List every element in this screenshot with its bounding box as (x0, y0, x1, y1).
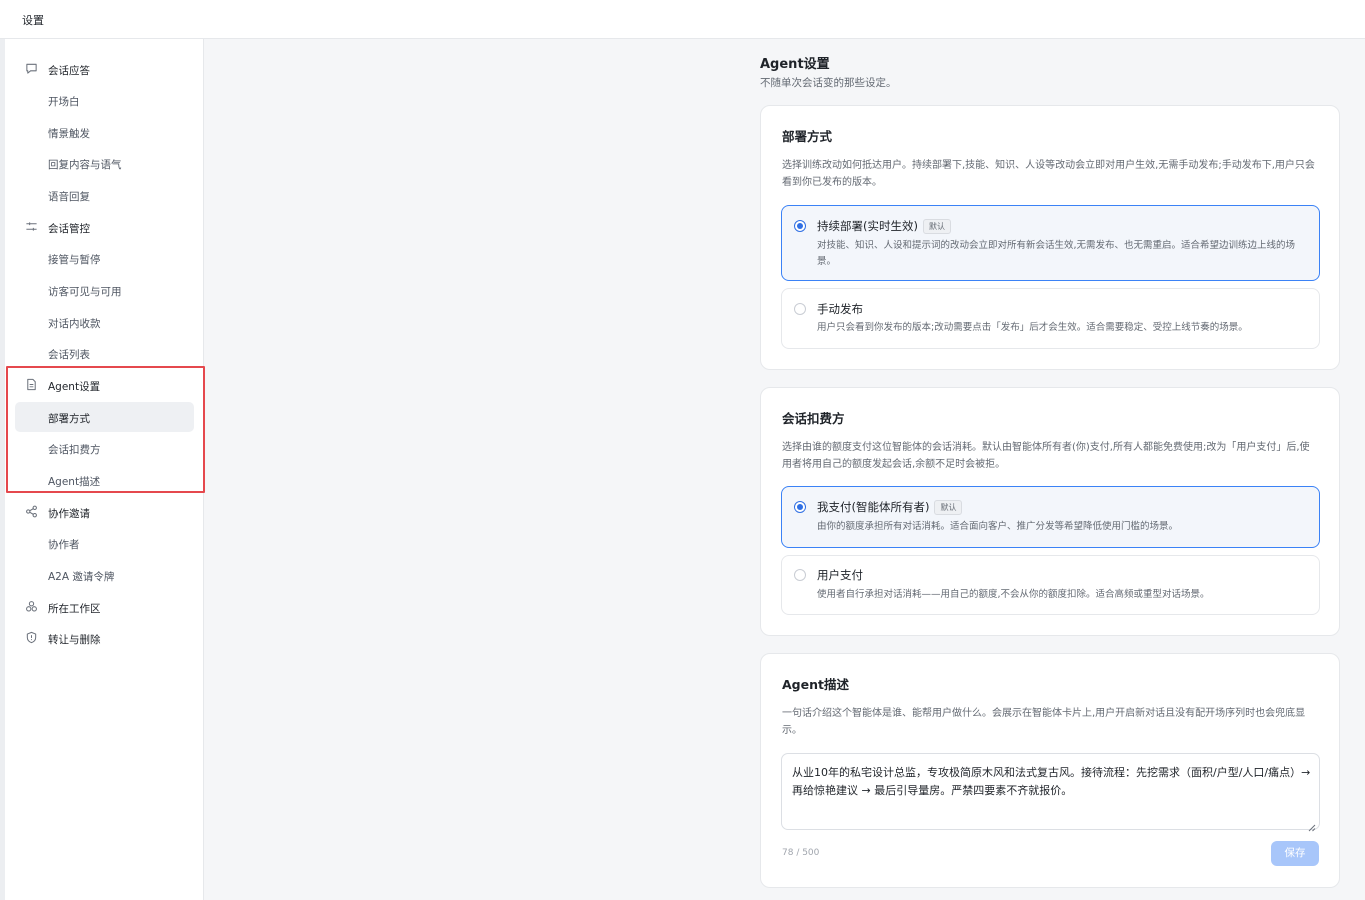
sidebar-item-a2a-token[interactable]: A2A 邀请令牌 (15, 560, 194, 590)
card-title: 部署方式 (782, 129, 833, 144)
sidebar-item-agent-settings[interactable]: Agent设置 (15, 370, 194, 400)
billing-option-owner[interactable]: 我支付(智能体所有者) 默认 由你的额度承担所有对话消耗。适合面向客户、推广分发等… (781, 486, 1320, 548)
option-description: 用户只会看到你发布的版本;改动需要点击「发布」后才会生效。适合需要稳定、受控上线… (817, 322, 1248, 333)
sidebar-item-label: 会话扣费方 (48, 444, 101, 456)
radio-button[interactable] (794, 501, 806, 513)
card-description: 一句话介绍这个智能体是谁、能帮用户做什么。会展示在智能体卡片上,用户开启新对话且… (782, 708, 1306, 736)
sidebar-item-deploy-mode[interactable]: 部署方式 (15, 402, 194, 432)
top-bar: 设置 (0, 0, 1365, 39)
sidebar-item-label: 开场白 (48, 96, 80, 108)
section-subtitle: 不随单次会话变的那些设定。 (760, 77, 897, 89)
deploy-mode-card: 部署方式 选择训练改动如何抵达用户。持续部署下,技能、知识、人设等改动会立即对用… (760, 105, 1340, 370)
sidebar-item-collaboration-invite[interactable]: 协作邀请 (15, 497, 194, 527)
sidebar-item-opening[interactable]: 开场白 (15, 85, 194, 115)
sidebar-item-label: 会话列表 (48, 349, 90, 361)
sidebar-item-collaborators[interactable]: 协作者 (15, 528, 194, 558)
sidebar-item-label: 语音回复 (48, 191, 90, 203)
sidebar-item-label: Agent设置 (48, 381, 101, 393)
default-badge: 默认 (934, 500, 963, 515)
option-title-text: 我支付(智能体所有者) (817, 500, 930, 514)
option-description: 使用者自行承担对话消耗——用自己的额度,不会从你的额度扣除。适合高频或重型对话场… (817, 589, 1210, 600)
default-badge: 默认 (922, 219, 951, 234)
sidebar-item-label: 访客可见与可用 (48, 286, 122, 298)
sidebar-item-label: 对话内收款 (48, 318, 101, 330)
section-title: Agent设置 (760, 57, 830, 72)
deploy-option-manual[interactable]: 手动发布 用户只会看到你发布的版本;改动需要点击「发布」后才会生效。适合需要稳定… (781, 288, 1320, 349)
radio-button[interactable] (794, 220, 806, 232)
sidebar-item-scenario-trigger[interactable]: 情景触发 (15, 117, 194, 147)
option-title-text: 持续部署(实时生效) (817, 219, 918, 233)
card-title: 会话扣费方 (782, 411, 845, 426)
sidebar-item-billing-party[interactable]: 会话扣费方 (15, 433, 194, 463)
sidebar-item-label: 协作邀请 (48, 508, 90, 520)
character-counter: 78 / 500 (782, 848, 820, 858)
sidebar-item-label: 回复内容与语气 (48, 159, 122, 171)
settings-sidebar: 会话应答 开场白 情景触发 回复内容与语气 语音回复 会话管控 接管与暂停 访客… (5, 39, 204, 900)
sidebar-item-voice-reply[interactable]: 语音回复 (15, 180, 194, 210)
sidebar-item-conversation-list[interactable]: 会话列表 (15, 338, 194, 368)
share-icon (25, 505, 38, 518)
sidebar-item-label: 会话管控 (48, 223, 90, 235)
deploy-option-continuous[interactable]: 持续部署(实时生效) 默认 对技能、知识、人设和提示词的改动会立即对所有新会话生效… (781, 205, 1320, 281)
sidebar-item-in-chat-payment[interactable]: 对话内收款 (15, 307, 194, 337)
sidebar-item-label: 部署方式 (48, 413, 90, 425)
option-title: 用户支付 (817, 568, 863, 582)
card-description: 选择由谁的额度支付这位智能体的会话消耗。默认由智能体所有者(你)支付,所有人都能… (782, 442, 1310, 470)
card-description: 选择训练改动如何抵达用户。持续部署下,技能、知识、人设等改动会立即对用户生效,无… (782, 160, 1315, 188)
radio-button[interactable] (794, 303, 806, 315)
textarea-value[interactable]: 从业10年的私宅设计总监，专攻极简原木风和法式复古风。接待流程：先挖需求（面积/… (792, 764, 1312, 800)
sidebar-item-label: 转让与删除 (48, 634, 101, 646)
card-title: Agent描述 (782, 677, 849, 692)
option-title: 持续部署(实时生效) 默认 (817, 218, 951, 234)
sidebar-item-label: 所在工作区 (48, 603, 101, 615)
billing-party-card: 会话扣费方 选择由谁的额度支付这位智能体的会话消耗。默认由智能体所有者(你)支付… (760, 387, 1340, 636)
option-title: 我支付(智能体所有者) 默认 (817, 499, 963, 515)
sidebar-item-agent-description[interactable]: Agent描述 (15, 465, 194, 495)
option-title: 手动发布 (817, 302, 863, 316)
sidebar-item-visitor-visibility[interactable]: 访客可见与可用 (15, 275, 194, 305)
radio-button[interactable] (794, 569, 806, 581)
resize-handle-icon[interactable] (1307, 817, 1316, 832)
sidebar-item-label: 协作者 (48, 539, 80, 551)
agent-description-textarea[interactable]: 从业10年的私宅设计总监，专攻极简原木风和法式复古风。接待流程：先挖需求（面积/… (781, 753, 1320, 832)
main-content: Agent设置 不随单次会话变的那些设定。 部署方式 选择训练改动如何抵达用户。… (205, 39, 1365, 900)
sidebar-item-label: 会话应答 (48, 65, 90, 77)
billing-option-user[interactable]: 用户支付 使用者自行承担对话消耗——用自己的额度,不会从你的额度扣除。适合高频或… (781, 555, 1320, 615)
option-description: 对技能、知识、人设和提示词的改动会立即对所有新会话生效,无需发布、也无需重启。适… (817, 240, 1296, 267)
shield-icon (25, 631, 38, 644)
workspace-icon (25, 600, 38, 613)
page-title: 设置 (22, 14, 44, 27)
sliders-icon (25, 220, 38, 233)
save-button[interactable]: 保存 (1271, 841, 1319, 866)
sidebar-item-workspace[interactable]: 所在工作区 (15, 592, 194, 622)
option-description: 由你的额度承担所有对话消耗。适合面向客户、推广分发等希望降低使用门槛的场景。 (817, 521, 1179, 532)
agent-description-card: Agent描述 一句话介绍这个智能体是谁、能帮用户做什么。会展示在智能体卡片上,… (760, 653, 1340, 888)
sidebar-item-label: Agent描述 (48, 476, 101, 488)
document-icon (25, 378, 38, 391)
sidebar-item-conversation-control[interactable]: 会话管控 (15, 212, 194, 242)
sidebar-item-conversation-reply[interactable]: 会话应答 (15, 54, 194, 84)
chat-bubble-icon (25, 62, 38, 75)
sidebar-item-label: 接管与暂停 (48, 254, 101, 266)
sidebar-item-label: 情景触发 (48, 128, 90, 140)
sidebar-item-reply-tone[interactable]: 回复内容与语气 (15, 148, 194, 178)
sidebar-item-transfer-delete[interactable]: 转让与删除 (15, 623, 194, 653)
sidebar-item-takeover-pause[interactable]: 接管与暂停 (15, 243, 194, 273)
sidebar-item-label: A2A 邀请令牌 (48, 571, 115, 583)
